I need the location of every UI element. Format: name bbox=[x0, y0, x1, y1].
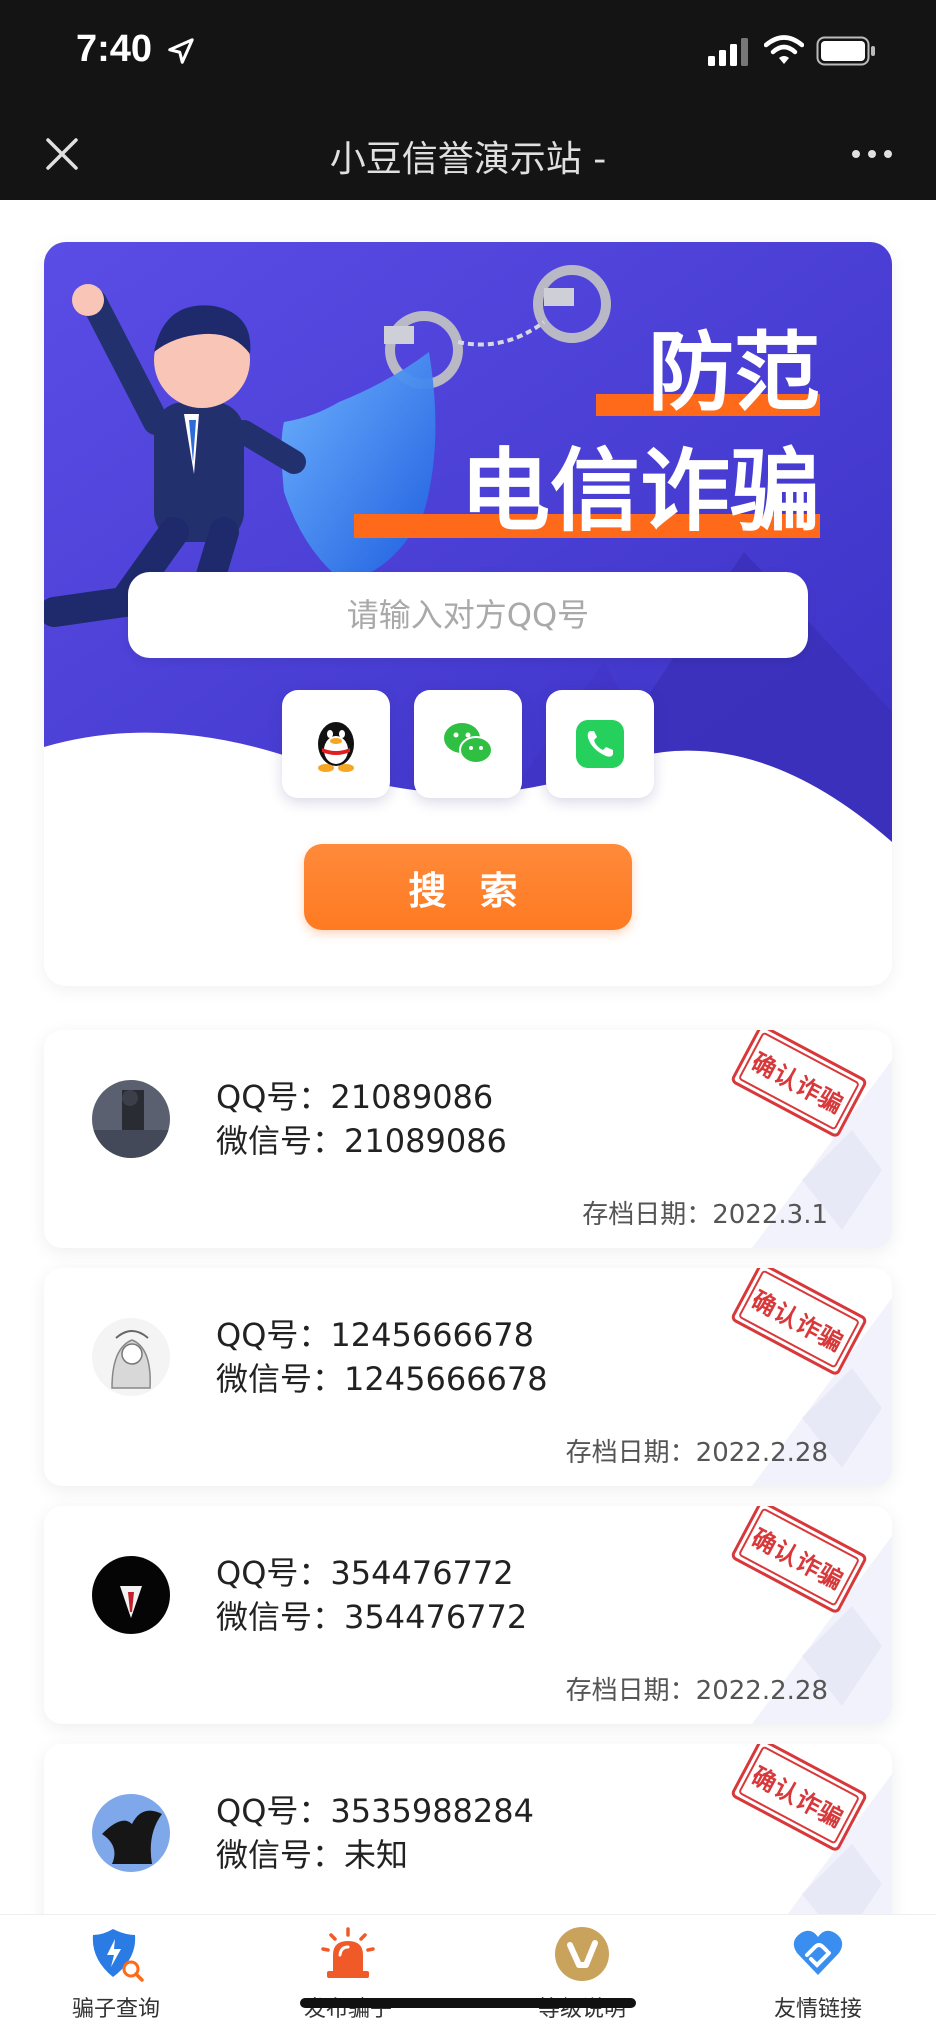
battery-icon bbox=[816, 36, 875, 66]
qq-value: 1245666678 bbox=[330, 1316, 534, 1354]
record-wechat: 微信号：354476772 bbox=[216, 1592, 527, 1638]
wechat-value: 未知 bbox=[344, 1836, 409, 1874]
date-value: 2022.2.28 bbox=[695, 1438, 828, 1468]
record-qq: QQ号：21089086 bbox=[216, 1072, 493, 1118]
type-qq-button[interactable] bbox=[282, 690, 390, 798]
record-wechat: 微信号：21089086 bbox=[216, 1116, 507, 1162]
avatar bbox=[92, 1556, 170, 1634]
date-label: 存档日期： bbox=[582, 1200, 713, 1230]
wifi-icon bbox=[764, 35, 804, 64]
record-qq: QQ号：1245666678 bbox=[216, 1310, 534, 1356]
qq-icon bbox=[318, 722, 354, 772]
date-value: 2022.3.1 bbox=[712, 1200, 828, 1230]
wechat-label: 微信号： bbox=[216, 1122, 345, 1160]
record-qq: QQ号：354476772 bbox=[216, 1548, 514, 1594]
search-card: 防范 电信诈骗 搜 索 bbox=[44, 242, 892, 986]
more-icon[interactable] bbox=[850, 146, 894, 162]
wechat-label: 微信号： bbox=[216, 1360, 345, 1398]
tab-scammer-search[interactable]: 骗子查询 bbox=[26, 1925, 206, 2025]
scammer-record[interactable]: QQ号：21089086 微信号：21089086 存档日期：2022.3.1 … bbox=[44, 1030, 892, 1248]
location-arrow-icon bbox=[168, 38, 194, 64]
status-time: 7:40 bbox=[76, 28, 153, 70]
avatar bbox=[92, 1080, 170, 1158]
tab-level-info[interactable]: 等级说明 bbox=[492, 1925, 672, 2025]
qq-label: QQ号： bbox=[216, 1792, 331, 1830]
avatar bbox=[92, 1794, 170, 1872]
avatar bbox=[92, 1318, 170, 1396]
type-wechat-button[interactable] bbox=[414, 690, 522, 798]
heart-link-icon bbox=[793, 1930, 843, 1975]
vip-icon bbox=[555, 1927, 609, 1981]
record-date: 存档日期：2022.2.28 bbox=[566, 1670, 828, 1707]
record-wechat: 微信号：未知 bbox=[216, 1830, 408, 1876]
tab-post-scammer[interactable]: 发布骗子 bbox=[258, 1925, 438, 2025]
scammer-record[interactable]: QQ号：354476772 微信号：354476772 存档日期：2022.2.… bbox=[44, 1506, 892, 1724]
page-title: 小豆信誉演示站 - bbox=[329, 139, 607, 180]
qq-label: QQ号： bbox=[216, 1078, 331, 1116]
qq-value: 21089086 bbox=[330, 1078, 494, 1116]
wechat-value: 21089086 bbox=[344, 1122, 507, 1160]
tab-label: 骗子查询 bbox=[71, 1997, 160, 2022]
record-date: 存档日期：2022.2.28 bbox=[566, 1432, 828, 1469]
tab-label: 友情链接 bbox=[773, 1997, 862, 2022]
wechat-icon bbox=[444, 723, 493, 764]
qq-value: 3535988284 bbox=[330, 1792, 534, 1830]
wechat-label: 微信号： bbox=[216, 1836, 345, 1874]
date-label: 存档日期： bbox=[565, 1438, 696, 1468]
nav-bar: 小豆信誉演示站 - bbox=[0, 108, 936, 200]
signal-icon bbox=[708, 38, 748, 66]
date-label: 存档日期： bbox=[565, 1676, 696, 1706]
shield-search-icon bbox=[92, 1929, 144, 1982]
tab-bar: 骗子查询 发布骗子 等级说明 友情链接 bbox=[0, 1914, 936, 2025]
qq-label: QQ号： bbox=[216, 1316, 331, 1354]
wechat-label: 微信号： bbox=[216, 1598, 345, 1636]
wechat-value: 1245666678 bbox=[344, 1360, 548, 1398]
type-phone-button[interactable] bbox=[546, 690, 654, 798]
banner-title-line2: 电信诈骗 bbox=[460, 442, 820, 542]
tab-friend-links[interactable]: 友情链接 bbox=[728, 1925, 908, 2025]
date-value: 2022.2.28 bbox=[695, 1676, 828, 1706]
banner-title-line1: 防范 bbox=[648, 325, 820, 421]
status-bar: 7:40 bbox=[0, 0, 936, 108]
record-wechat: 微信号：1245666678 bbox=[216, 1354, 548, 1400]
record-qq: QQ号：3535988284 bbox=[216, 1786, 534, 1832]
qq-label: QQ号： bbox=[216, 1554, 331, 1592]
home-indicator[interactable] bbox=[300, 1998, 636, 2008]
qq-value: 354476772 bbox=[330, 1554, 514, 1592]
phone-icon bbox=[576, 720, 624, 768]
alarm-icon bbox=[321, 1927, 375, 1978]
scammer-record[interactable]: QQ号：1245666678 微信号：1245666678 存档日期：2022.… bbox=[44, 1268, 892, 1486]
wechat-value: 354476772 bbox=[344, 1598, 528, 1636]
search-button[interactable]: 搜 索 bbox=[304, 844, 632, 930]
record-date: 存档日期：2022.3.1 bbox=[582, 1194, 828, 1231]
search-input[interactable] bbox=[128, 572, 808, 658]
